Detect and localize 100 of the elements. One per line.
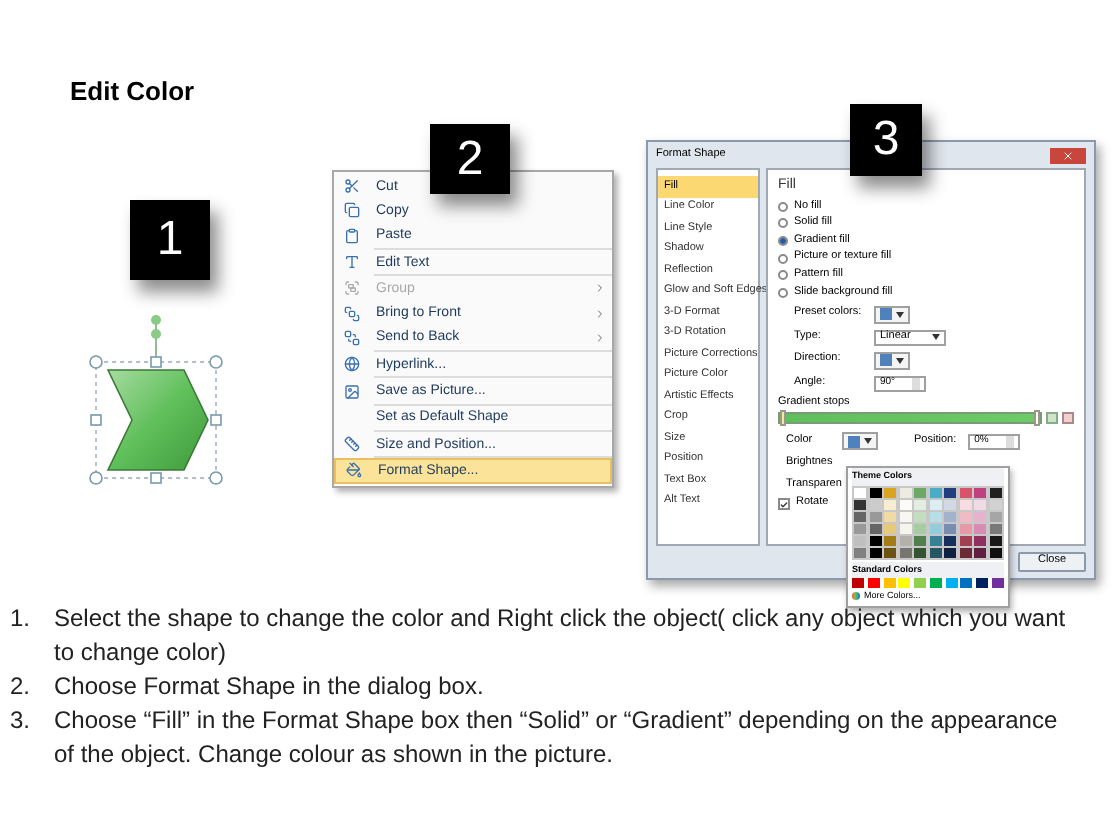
color-swatch[interactable] (914, 547, 927, 557)
color-swatch[interactable] (929, 523, 942, 533)
color-swatch[interactable] (899, 523, 912, 533)
color-swatch[interactable] (914, 511, 927, 521)
color-swatch[interactable] (854, 499, 866, 509)
color-swatch[interactable] (929, 535, 942, 545)
text-icon (344, 254, 360, 271)
color-swatch[interactable] (869, 535, 882, 545)
color-swatch[interactable] (867, 578, 880, 588)
selected-shape-drawing[interactable] (88, 314, 224, 486)
image-icon (344, 383, 360, 400)
color-swatch[interactable] (899, 535, 912, 545)
color-swatch[interactable] (914, 535, 927, 545)
step-badge: 3 (850, 104, 922, 176)
color-swatch[interactable] (869, 499, 882, 509)
group-icon (344, 280, 360, 297)
color-swatch[interactable] (944, 523, 957, 533)
color-swatch[interactable] (914, 499, 927, 509)
color-swatch[interactable] (959, 487, 972, 497)
list-number: 2. (10, 670, 33, 704)
color-swatch[interactable] (854, 535, 866, 545)
color-swatch[interactable] (944, 547, 957, 557)
color-swatch[interactable] (944, 499, 957, 509)
close-button[interactable] (1050, 147, 1086, 163)
instruction-text: Choose Format Shape in the dialog box. (54, 670, 484, 704)
color-swatch[interactable] (884, 535, 897, 545)
color-swatch[interactable] (989, 523, 1002, 533)
copy-icon (344, 202, 360, 219)
color-swatch[interactable] (974, 511, 987, 521)
color-swatch[interactable] (929, 511, 942, 521)
color-swatch[interactable] (929, 487, 942, 497)
color-swatch[interactable] (974, 523, 987, 533)
checkbox[interactable] (778, 498, 790, 511)
close-icon (1062, 149, 1074, 161)
color-swatch[interactable] (899, 547, 912, 557)
layers-icon (344, 305, 360, 322)
add-stop-icon[interactable] (1046, 412, 1058, 425)
color-swatch[interactable] (989, 547, 1002, 557)
color-swatch[interactable] (974, 547, 987, 557)
color-swatch[interactable] (944, 487, 957, 497)
color-swatch[interactable] (852, 578, 864, 588)
gradient-stop-handle[interactable] (780, 410, 786, 427)
instruction-text: Select the shape to change the color and Right click the object( click any object which you want to change color) (54, 602, 1068, 670)
radio-button[interactable] (778, 235, 788, 246)
color-dropdown[interactable] (842, 432, 878, 451)
radio-button[interactable] (778, 201, 788, 212)
color-swatch[interactable] (976, 578, 989, 588)
color-swatch[interactable] (869, 511, 882, 521)
color-swatch[interactable] (914, 523, 927, 533)
color-swatch[interactable] (944, 511, 957, 521)
radio-button[interactable] (778, 270, 788, 281)
remove-stop-icon[interactable] (1062, 412, 1074, 425)
step-badge: 1 (130, 200, 210, 280)
color-swatch[interactable] (989, 487, 1002, 497)
color-swatch[interactable] (945, 578, 958, 588)
color-swatch[interactable] (884, 523, 897, 533)
color-swatch[interactable] (929, 499, 942, 509)
color-swatch[interactable] (884, 487, 897, 497)
color-swatch[interactable] (944, 535, 957, 545)
color-swatch[interactable] (884, 547, 897, 557)
slide-title: Edit Color (70, 74, 195, 110)
step-badge: 2 (430, 124, 510, 194)
color-swatch[interactable] (884, 511, 897, 521)
color-swatch[interactable] (959, 535, 972, 545)
color-swatch[interactable] (959, 547, 972, 557)
color-swatch[interactable] (974, 499, 987, 509)
direction-dropdown[interactable] (874, 351, 910, 370)
color-swatch[interactable] (974, 535, 987, 545)
color-swatch[interactable] (883, 578, 896, 588)
color-swatch[interactable] (914, 487, 927, 497)
color-swatch[interactable] (991, 578, 1004, 588)
gradient-stop-handle[interactable] (1034, 410, 1040, 427)
color-swatch[interactable] (960, 578, 973, 588)
color-swatch[interactable] (989, 499, 1002, 509)
radio-button[interactable] (778, 287, 788, 298)
color-swatch[interactable] (959, 511, 972, 521)
color-swatch[interactable] (854, 547, 866, 557)
color-swatch[interactable] (914, 578, 927, 588)
color-swatch[interactable] (854, 487, 866, 497)
color-swatch[interactable] (898, 578, 911, 588)
color-swatch[interactable] (959, 499, 972, 509)
color-swatch[interactable] (989, 535, 1002, 545)
color-swatch[interactable] (989, 511, 1002, 521)
color-swatch[interactable] (899, 487, 912, 497)
radio-button[interactable] (778, 253, 788, 264)
color-swatch[interactable] (869, 487, 882, 497)
color-swatch[interactable] (854, 523, 866, 533)
color-swatch[interactable] (854, 511, 866, 521)
color-swatch[interactable] (929, 578, 942, 588)
color-swatch[interactable] (959, 523, 972, 533)
caret-icon (896, 357, 904, 364)
color-swatch[interactable] (869, 547, 882, 557)
color-swatch[interactable] (929, 547, 942, 557)
color-swatch[interactable] (869, 523, 882, 533)
color-swatch[interactable] (884, 499, 897, 509)
preset-colors-dropdown[interactable] (874, 305, 910, 324)
color-swatch[interactable] (974, 487, 987, 497)
radio-button[interactable] (778, 218, 788, 229)
color-swatch[interactable] (899, 499, 912, 509)
color-swatch[interactable] (899, 511, 912, 521)
